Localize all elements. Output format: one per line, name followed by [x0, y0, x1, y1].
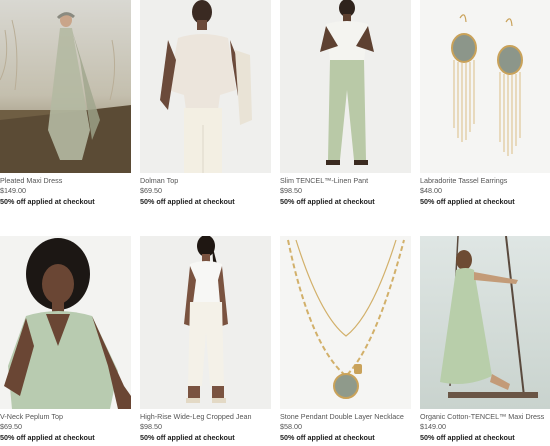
- product-card[interactable]: Labradorite Tassel Earrings $48.00 50% o…: [420, 0, 550, 210]
- product-promo: 50% off applied at checkout: [0, 197, 95, 206]
- product-price: $69.50: [0, 422, 22, 431]
- product-card[interactable]: Stone Pendant Double Layer Necklace $58.…: [280, 236, 411, 446]
- product-name[interactable]: Stone Pendant Double Layer Necklace: [280, 412, 411, 422]
- product-price: $69.50: [140, 186, 162, 195]
- product-name[interactable]: High-Rise Wide-Leg Cropped Jean: [140, 412, 271, 422]
- product-promo: 50% off applied at checkout: [280, 197, 375, 206]
- product-name[interactable]: Pleated Maxi Dress: [0, 176, 131, 186]
- product-card[interactable]: Dolman Top $69.50 50% off applied at che…: [140, 0, 271, 210]
- product-card[interactable]: Organic Cotton-TENCEL™ Maxi Dress $149.0…: [420, 236, 550, 446]
- product-price: $48.00: [420, 186, 442, 195]
- product-promo: 50% off applied at checkout: [420, 197, 515, 206]
- product-price: $98.50: [140, 422, 162, 431]
- product-card[interactable]: Pleated Maxi Dress $149.00 50% off appli…: [0, 0, 131, 210]
- product-card[interactable]: High-Rise Wide-Leg Cropped Jean $98.50 5…: [140, 236, 271, 446]
- product-name[interactable]: Dolman Top: [140, 176, 271, 186]
- product-name[interactable]: Labradorite Tassel Earrings: [420, 176, 550, 186]
- product-price: $149.00: [0, 186, 26, 195]
- product-promo: 50% off applied at checkout: [0, 433, 95, 442]
- product-price: $98.50: [280, 186, 302, 195]
- product-name[interactable]: Organic Cotton-TENCEL™ Maxi Dress: [420, 412, 550, 422]
- product-image-v-neck-peplum-top[interactable]: [0, 236, 131, 409]
- product-promo: 50% off applied at checkout: [140, 433, 235, 442]
- product-card[interactable]: V-Neck Peplum Top $69.50 50% off applied…: [0, 236, 131, 446]
- product-promo: 50% off applied at checkout: [280, 433, 375, 442]
- product-image-wide-leg-jean[interactable]: [140, 236, 271, 409]
- product-image-slim-linen-pant[interactable]: [280, 0, 411, 173]
- product-image-organic-maxi-dress[interactable]: [420, 236, 550, 409]
- product-price: $58.00: [280, 422, 302, 431]
- product-promo: 50% off applied at checkout: [140, 197, 235, 206]
- product-card[interactable]: Slim TENCEL™-Linen Pant $98.50 50% off a…: [280, 0, 411, 210]
- product-grid: Pleated Maxi Dress $149.00 50% off appli…: [0, 0, 550, 446]
- product-name[interactable]: V-Neck Peplum Top: [0, 412, 131, 422]
- product-image-dolman-top[interactable]: [140, 0, 271, 173]
- product-image-stone-pendant-necklace[interactable]: [280, 236, 411, 409]
- product-promo: 50% off applied at checkout: [420, 433, 515, 442]
- product-price: $149.00: [420, 422, 446, 431]
- product-image-pleated-maxi-dress[interactable]: [0, 0, 131, 173]
- product-image-labradorite-earrings[interactable]: [420, 0, 550, 173]
- product-name[interactable]: Slim TENCEL™-Linen Pant: [280, 176, 411, 186]
